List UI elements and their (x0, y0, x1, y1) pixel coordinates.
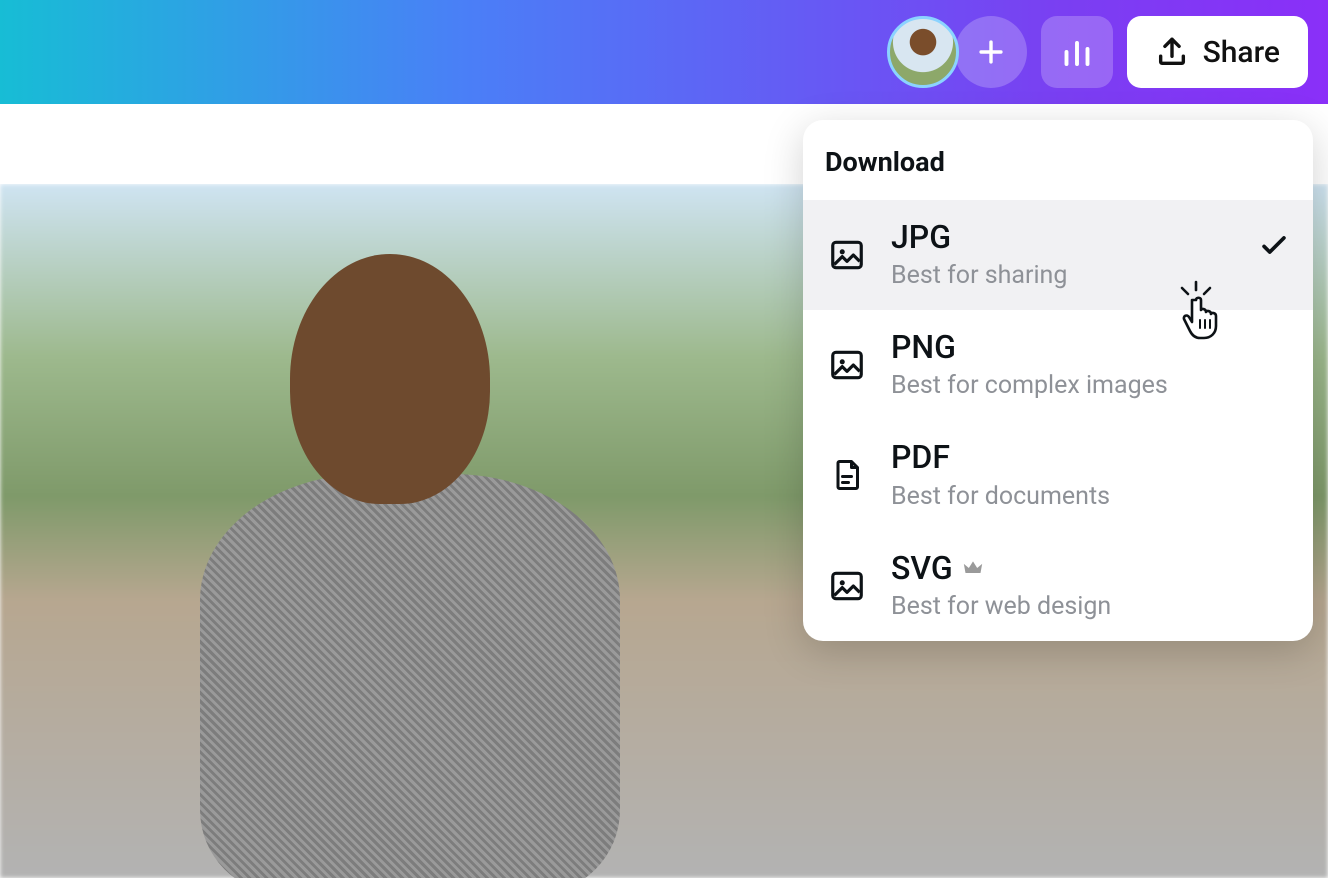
crown-icon (963, 560, 983, 576)
share-button[interactable]: Share (1127, 16, 1308, 88)
file-icon (827, 455, 867, 495)
check-icon (1257, 228, 1291, 266)
option-title: SVG (891, 551, 1289, 586)
top-header: Share (0, 0, 1328, 104)
option-subtitle: Best for sharing (891, 261, 1289, 290)
analytics-button[interactable] (1041, 16, 1113, 88)
option-subtitle: Best for web design (891, 592, 1289, 621)
download-option-pdf[interactable]: PDF Best for documents (803, 420, 1313, 530)
option-title: PNG (891, 330, 1289, 365)
download-option-png[interactable]: PNG Best for complex images (803, 310, 1313, 420)
upload-icon (1155, 35, 1189, 69)
share-button-label: Share (1203, 35, 1280, 70)
download-option-svg[interactable]: SVG Best for web design (803, 531, 1313, 641)
option-subtitle: Best for documents (891, 482, 1289, 511)
image-icon (827, 235, 867, 275)
option-subtitle: Best for complex images (891, 371, 1289, 400)
bar-chart-icon (1059, 34, 1095, 70)
image-icon (827, 345, 867, 385)
download-dropdown: Download JPG Best for sharing P (803, 120, 1313, 641)
image-icon (827, 566, 867, 606)
plus-icon (974, 35, 1008, 69)
photo-subject (80, 214, 780, 878)
option-title: PDF (891, 440, 1289, 475)
dropdown-title: Download (803, 120, 1313, 200)
user-avatar[interactable] (887, 16, 959, 88)
add-collaborator-button[interactable] (955, 16, 1027, 88)
option-title: JPG (891, 220, 1289, 255)
download-option-jpg[interactable]: JPG Best for sharing (803, 200, 1313, 310)
